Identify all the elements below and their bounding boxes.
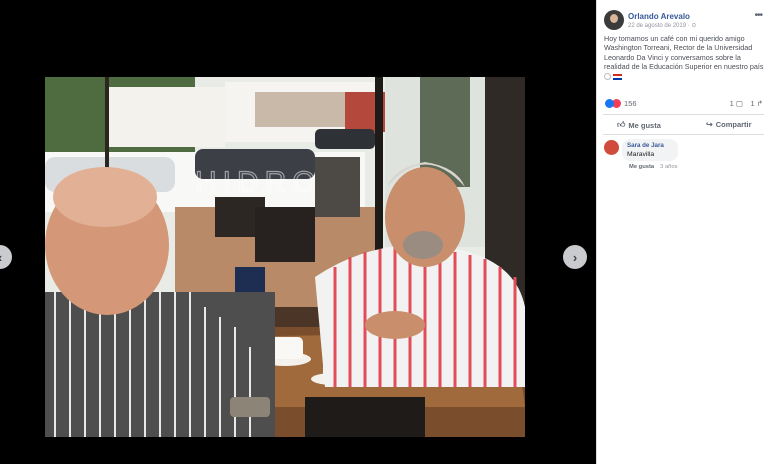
photo-image: HIDRO	[45, 77, 525, 437]
post-header: Orlando Arevalo 22 de agosto de 2019 · ⊙…	[603, 8, 766, 30]
smile-emoji-icon	[604, 73, 611, 81]
thumbs-up-icon: 👍︎	[617, 120, 626, 129]
post-sidebar: Orlando Arevalo 22 de agosto de 2019 · ⊙…	[596, 0, 770, 464]
like-reaction-icon	[605, 99, 614, 108]
comment-text: Maravilla	[627, 151, 655, 158]
share-icon: ↪	[706, 120, 713, 129]
author-avatar[interactable]	[604, 10, 624, 30]
share-count-value: 1	[750, 99, 755, 108]
post-date-text: 22 de agosto de 2019 ·	[628, 23, 692, 29]
post-text: Hoy tomamos un café con mi querido amigo…	[604, 34, 766, 81]
comment-meta: Me gusta 3 años	[629, 164, 678, 170]
globe-icon: ⊙	[691, 23, 697, 29]
comment-like-link[interactable]: Me gusta	[629, 164, 654, 170]
comment-time[interactable]: 3 años	[660, 164, 677, 170]
svg-text:HIDRO: HIDRO	[195, 166, 322, 199]
author-name[interactable]: Orlando Arevalo	[628, 12, 690, 21]
next-photo-button[interactable]: ›	[563, 245, 587, 269]
reaction-count[interactable]: 156	[624, 99, 637, 108]
media-area: HIDRO ‹ ›	[0, 0, 596, 464]
commenter-name[interactable]: Sara de Jara	[627, 142, 673, 149]
comment-count[interactable]: 1 ▢	[730, 99, 743, 108]
share-count[interactable]: 1 ↱	[750, 99, 763, 108]
post-photo[interactable]: HIDRO	[45, 77, 525, 437]
photo-viewer: HIDRO ‹ › Orlando Arevalo 22 de agosto d…	[0, 0, 770, 464]
chevron-left-icon: ‹	[0, 250, 2, 265]
divider	[603, 114, 764, 115]
divider	[603, 134, 764, 135]
post-date[interactable]: 22 de agosto de 2019 · ⊙	[628, 22, 696, 29]
comment-count-value: 1	[729, 99, 734, 108]
share-button-label: Compartir	[715, 120, 752, 129]
comment-bubble-icon: ▢	[735, 99, 743, 108]
like-button-label: Me gusta	[628, 120, 661, 130]
comment-bubble: Sara de Jara Maravilla	[622, 139, 678, 161]
share-button[interactable]: ↪ Compartir	[706, 120, 752, 129]
paraguay-flag-icon	[613, 73, 622, 80]
post-text-body: Hoy tomamos un café con mi querido amigo…	[604, 34, 764, 72]
post-actions: 👍︎ Me gusta ↪ Compartir	[603, 117, 765, 133]
more-dots-icon[interactable]: •••	[754, 10, 762, 21]
share-arrow-icon: ↱	[756, 99, 763, 108]
reactions-bar: 156 1 ▢ 1 ↱	[605, 98, 765, 110]
chevron-right-icon: ›	[572, 249, 578, 265]
comment-item: Sara de Jara Maravilla Me gusta 3 años	[604, 139, 766, 173]
like-button[interactable]: 👍︎ Me gusta	[617, 120, 661, 130]
commenter-avatar[interactable]	[604, 140, 619, 155]
previous-photo-button[interactable]: ‹	[0, 245, 12, 269]
